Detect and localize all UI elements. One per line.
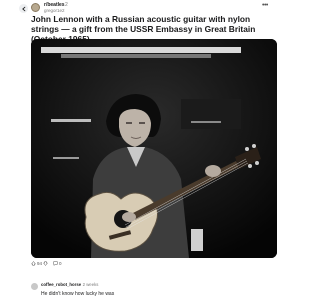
comment-icon bbox=[53, 261, 58, 266]
photo-john-lennon-guitar bbox=[31, 39, 277, 258]
back-button[interactable] bbox=[19, 4, 28, 13]
comment-time: · 2 weeks bbox=[80, 282, 99, 287]
downvote-icon[interactable] bbox=[43, 261, 49, 266]
post-image[interactable] bbox=[31, 39, 277, 258]
comments-button[interactable]: 0 bbox=[53, 261, 62, 266]
community-avatar[interactable] bbox=[31, 3, 40, 12]
comment-avatar[interactable] bbox=[31, 283, 38, 290]
arrow-left-icon bbox=[21, 6, 25, 11]
upvote-icon[interactable] bbox=[31, 261, 36, 266]
comment-text: He didn't know how lucky he was bbox=[41, 291, 115, 297]
post-actions: 94 0 bbox=[31, 259, 66, 268]
comment-author[interactable]: coffee_robot_horse bbox=[41, 282, 81, 287]
comment-count: 0 bbox=[59, 261, 62, 266]
vote-group[interactable]: 94 bbox=[31, 261, 49, 266]
more-options-button[interactable]: ••• bbox=[262, 2, 268, 9]
vote-count: 94 bbox=[37, 261, 43, 266]
